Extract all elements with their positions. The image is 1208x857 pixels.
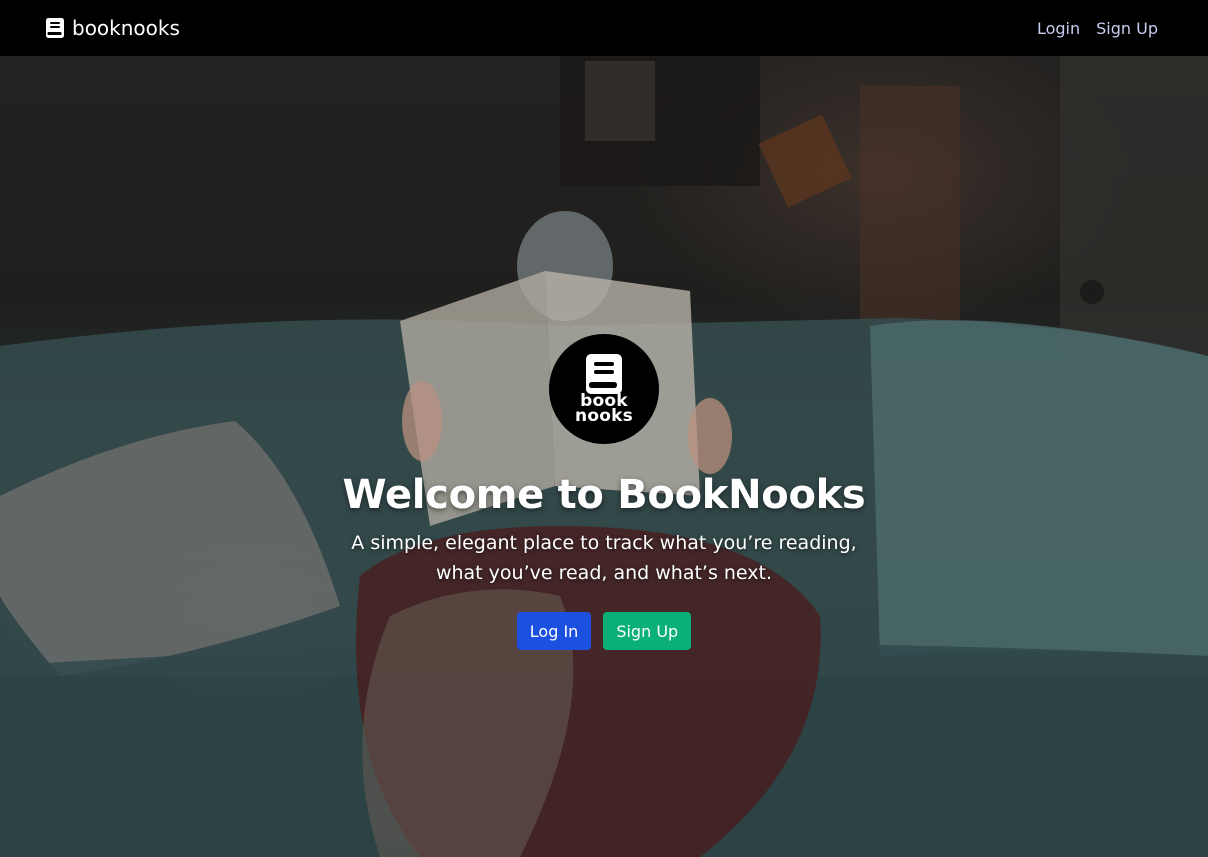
subtitle-line-1: A simple, elegant place to track what yo… [351,532,857,554]
hero-subtitle: A simple, elegant place to track what yo… [351,528,856,588]
nav-signup-link[interactable]: Sign Up [1096,19,1158,38]
nav-login-link[interactable]: Login [1037,19,1080,38]
brand-link[interactable]: booknooks [46,16,180,40]
top-navbar: booknooks Login Sign Up [0,0,1208,56]
subtitle-line-2: what you’ve read, and what’s next. [435,562,773,584]
logo-line-2: nooks [575,406,633,426]
booknooks-logo: book nooks [549,334,659,444]
hero-title: Welcome to BookNooks [342,472,866,518]
signup-button[interactable]: Sign Up [603,612,692,650]
logo-wordmark: book nooks [575,393,633,426]
login-button[interactable]: Log In [516,612,592,650]
hero-buttons: Log In Sign Up [516,612,692,650]
book-icon [46,18,64,38]
hero-content: book nooks Welcome to BookNooks A simple… [0,334,1208,650]
brand-name: booknooks [72,16,180,40]
nav-links: Login Sign Up [1037,19,1158,38]
book-icon [586,354,622,394]
hero-section: book nooks Welcome to BookNooks A simple… [0,56,1208,857]
